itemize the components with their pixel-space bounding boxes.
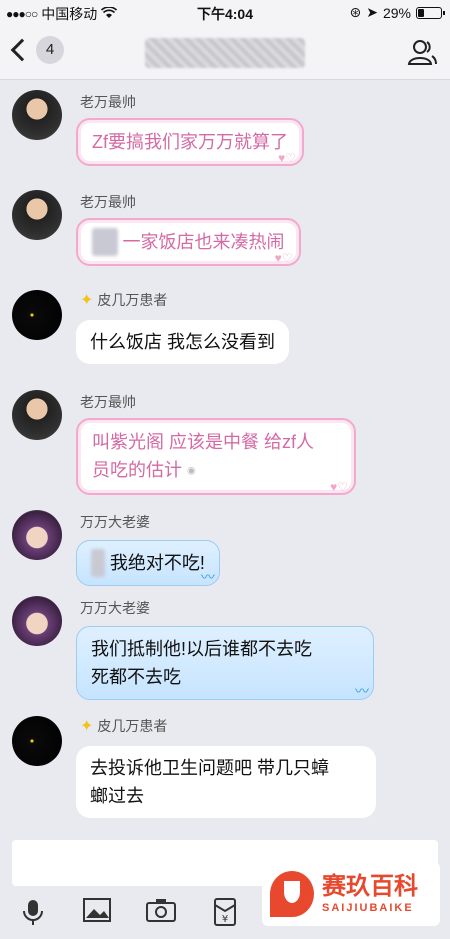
status-bar: ●●●○○ 中国移动 下午4:04 ⊛ ➤ 29% (0, 0, 450, 24)
logo-cn-text: 赛玖百科 (322, 873, 418, 900)
sender-avatar[interactable] (12, 90, 62, 140)
red-packet-icon[interactable]: ¥ (210, 898, 240, 928)
heart-decoration-icon: ♥♡ (274, 251, 293, 265)
message-text-line: 死都不去吃 (91, 667, 181, 687)
message-text-line: 叫紫光阁 应该是中餐 给zf人 (92, 432, 315, 452)
redacted-text-block: ▆ (91, 549, 105, 577)
camera-icon[interactable] (146, 898, 176, 928)
sender-avatar[interactable] (12, 716, 62, 766)
sender-name: 皮几万患者 (97, 718, 168, 734)
sender-avatar[interactable] (12, 390, 62, 440)
back-chevron-icon (10, 38, 34, 62)
logo-mark-icon (270, 871, 314, 917)
chat-header: 4 (0, 24, 450, 80)
site-watermark-logo: 赛玖百科 SAIJIUBAIKE (262, 862, 440, 926)
back-button[interactable]: 4 (8, 36, 64, 64)
sender-name: 万万大老婆 (80, 514, 150, 530)
star-badge-icon: ✦ (80, 718, 94, 735)
sender-name: 老万最帅 (80, 94, 136, 110)
person-icon (407, 40, 437, 65)
sender-avatar[interactable] (12, 190, 62, 240)
sender-name: 老万最帅 (80, 194, 136, 210)
logo-en-text: SAIJIUBAIKE (322, 902, 414, 914)
svg-text:¥: ¥ (222, 914, 228, 925)
star-badge-icon: ✦ (80, 292, 94, 309)
message-bubble[interactable]: Zf要搞我们家万万就算了 ♥♡ (76, 118, 304, 166)
battery-icon (416, 6, 445, 19)
sender-name-row: ✦ 皮几万患者 (80, 290, 167, 310)
message-bubble[interactable]: 去投诉他卫生问题吧 带几只蟑 螂过去 (76, 746, 376, 818)
orientation-lock-icon: ⊛ (349, 4, 362, 20)
sender-name-row: ✦ 皮几万患者 (80, 716, 167, 736)
message-bubble[interactable]: 我们抵制他!以后谁都不去吃 死都不去吃 〰 (76, 626, 374, 700)
message-text-line: 螂过去 (90, 786, 144, 806)
message-text-line: 我们抵制他!以后谁都不去吃 (91, 639, 312, 659)
sender-avatar[interactable] (12, 510, 62, 560)
sender-name: 老万最帅 (80, 394, 136, 410)
sender-name: 万万大老婆 (80, 600, 150, 616)
message-text: 我绝对不吃! (109, 553, 205, 573)
location-arrow-icon: ➤ (366, 4, 378, 20)
sender-name: 皮几万患者 (97, 292, 168, 308)
message-text: 什么饭店 我怎么没看到 (90, 332, 275, 352)
heart-decoration-icon: ♥♡ (278, 151, 296, 165)
message-bubble[interactable]: 叫紫光阁 应该是中餐 给zf人 员吃的估计 ◉ ♥♡ (76, 418, 356, 496)
heart-decoration-icon: ♥♡ (330, 480, 348, 495)
watermark-overlay: ◉ (187, 465, 196, 477)
redacted-text-block: ██ (92, 228, 118, 256)
message-text: Zf要搞我们家万万就算了 (92, 132, 288, 152)
message-bubble[interactable]: ██ 一家饭店也来凑热闹 ♥♡ (76, 218, 301, 266)
message-bubble[interactable]: 什么饭店 我怎么没看到 (76, 320, 289, 364)
message-text: 一家饭店也来凑热闹 (122, 232, 285, 252)
image-icon[interactable] (82, 898, 112, 928)
logo-text-group: 赛玖百科 SAIJIUBAIKE (322, 873, 418, 915)
wave-decoration-icon: 〰 (355, 683, 369, 699)
message-text-line: 员吃的估计 (92, 460, 182, 480)
battery-level (418, 8, 424, 17)
contact-profile-button[interactable] (406, 36, 438, 68)
chat-title-redacted (145, 38, 305, 68)
battery-percent: 29% (382, 4, 411, 21)
microphone-icon[interactable] (18, 898, 48, 928)
message-bubble[interactable]: ▆ 我绝对不吃! 〰 (76, 540, 220, 586)
message-text-line: 去投诉他卫生问题吧 带几只蟑 (90, 758, 329, 778)
sender-avatar[interactable] (12, 596, 62, 646)
sender-avatar[interactable] (12, 290, 62, 340)
unread-count-badge: 4 (36, 36, 64, 64)
wave-decoration-icon: 〰 (200, 569, 215, 585)
status-right: ⊛ ➤ 29% (349, 4, 445, 21)
